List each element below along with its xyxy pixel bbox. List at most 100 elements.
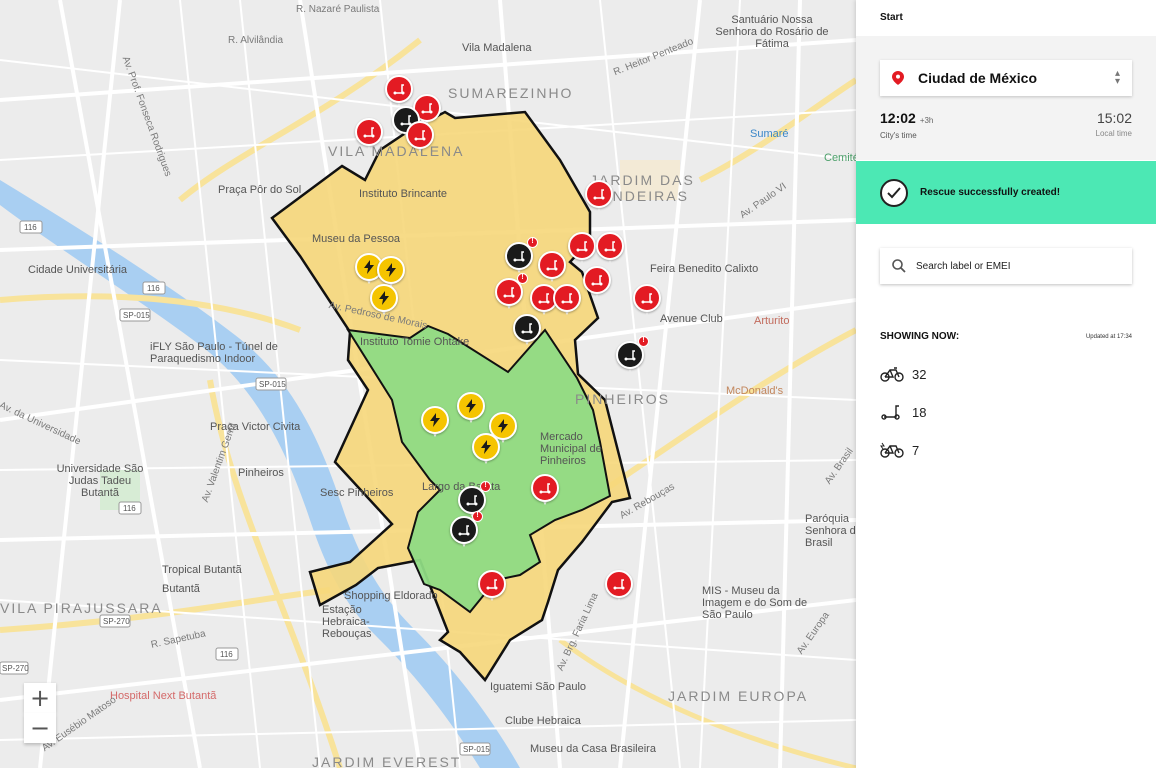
poi-label: Paróquia Senhora do Brasil [805,513,856,549]
scooter-pin[interactable] [583,266,611,300]
poi-label: Sumaré [750,128,789,140]
poi-label: McDonald's [726,385,784,397]
charging-pin[interactable] [472,433,500,467]
svg-text:SP-015: SP-015 [463,745,490,754]
charging-pin[interactable] [421,406,449,440]
ebike-icon [880,442,904,458]
scooter-pin[interactable] [385,75,413,109]
city-time: 12:02 [880,110,916,126]
map[interactable]: 116 116 SP-015 SP-015 116 SP-270 SP-270 … [0,0,856,768]
zoom-in-button[interactable]: + [24,683,56,713]
poi-label: Praça Pôr do Sol [218,184,302,196]
poi-label: Museu da Casa Brasileira [530,743,656,755]
poi-label: Cidade Universitária [28,264,128,276]
poi-label: MIS - Museu da Imagem e do Som de São Pa… [702,585,808,621]
scooter-icon [585,180,613,208]
local-time: 15:02 [1096,110,1132,126]
alert-icon: ! [517,273,528,284]
poi-label: Arturito [754,315,790,327]
search-icon [892,259,906,273]
street-label: R. Nazaré Paulista [296,4,380,15]
count-row-scooter: 18 [880,393,926,431]
scooter-pin[interactable] [538,251,566,285]
poi-label: Avenue Club [660,313,723,325]
count-row-bicycle: 32 [880,355,926,393]
showing-header: SHOWING NOW: Updated at 17:34 [880,331,1132,342]
street-label: R. Alvilândia [228,35,284,46]
ebike-count: 7 [912,442,920,458]
scooter-pin[interactable] [478,570,506,604]
showing-title: SHOWING NOW: [880,331,960,342]
district-label: JARDIM EUROPA [668,688,809,704]
district-label: SUMAREZINHO [448,85,574,101]
scooter-pin[interactable] [633,284,661,318]
scooter-icon [513,314,541,342]
alert-icon: ! [638,336,649,347]
scooter-icon [881,405,900,420]
district-label: VILA PIRAJUSSARA [0,600,163,616]
location-pin-icon [892,71,904,85]
scooter-icon [531,474,559,502]
poi-label: Iguatemi São Paulo [490,681,587,693]
scooter-icon [596,232,624,260]
success-banner: Rescue successfully created! [856,161,1156,224]
scooter-pin[interactable] [513,314,541,348]
poi-label: Shopping Eldorado [344,590,438,602]
poi-label: Clube Hebraica [505,715,581,727]
scooter-pin[interactable] [553,284,581,318]
svg-text:SP-015: SP-015 [259,380,286,389]
district-label: VILA MADALENA [328,143,465,159]
lightning-icon [421,406,449,434]
lightning-icon [472,433,500,461]
scooter-pin[interactable] [531,474,559,508]
bicycle-count: 32 [912,366,927,382]
scooter-pin-alert[interactable]: ! [505,237,538,276]
poi-label: Estação Hebraica-Rebouças [322,604,372,640]
scooter-pin[interactable] [605,570,633,604]
svg-text:116: 116 [123,504,136,513]
start-label: Start [880,12,903,23]
search-placeholder: Search label or EMEI [916,260,1011,272]
lightning-icon [370,284,398,312]
time-offset: +3h [919,116,934,125]
alert-icon: ! [480,481,491,492]
poi-label: Vila Madalena [462,42,532,54]
local-time-label: Local time [1095,129,1132,138]
poi-label: Tropical Butantã [162,564,242,576]
side-panel: Start Ciudad de México ▴ ▾ 12:02 +3h City'… [856,0,1156,768]
scooter-pin[interactable] [585,180,613,214]
charging-pin[interactable] [370,284,398,318]
city-selector[interactable]: Ciudad de México ▴ ▾ [880,60,1132,96]
district-label: PINHEIROS [575,391,671,407]
poi-label: Instituto Brincante [359,188,448,200]
scooter-pin-alert[interactable]: ! [495,273,528,312]
count-row-ebike: 7 [880,431,926,469]
scooter-pin-alert[interactable]: ! [616,336,649,375]
scooter-pin[interactable] [596,232,624,266]
poi-label: iFLY São Paulo - Túnel de Paraquedismo I… [150,341,278,365]
poi-label: Praça Victor Civita [210,421,301,433]
svg-text:116: 116 [220,650,233,659]
svg-text:116: 116 [24,223,37,232]
scooter-count: 18 [912,404,927,420]
poi-label: Mercado Municipal de Pinheiros [540,431,602,467]
banner-message: Rescue successfully created! [920,187,1061,198]
search-input[interactable]: Search label or EMEI [880,248,1132,284]
zoom-out-button[interactable]: − [24,713,56,743]
poi-label: Hospital Next Butantã [110,690,217,702]
lightning-icon [377,256,405,284]
scooter-icon [478,570,506,598]
scooter-pin[interactable] [568,232,596,266]
svg-text:SP-015: SP-015 [123,311,150,320]
scooter-pin[interactable] [406,121,434,155]
city-name: Ciudad de México [918,70,1038,86]
time-info: 12:02 +3h City's time 15:02 Local time [880,110,1132,140]
check-icon [880,178,908,207]
svg-text:SP-270: SP-270 [103,617,130,626]
scooter-pin[interactable] [355,118,383,152]
scooter-icon [406,121,434,149]
poi-label: Sesc Pinheiros [320,487,394,499]
scooter-pin-alert[interactable]: ! [450,511,483,550]
charging-pin[interactable] [457,392,485,426]
scooter-icon [633,284,661,312]
